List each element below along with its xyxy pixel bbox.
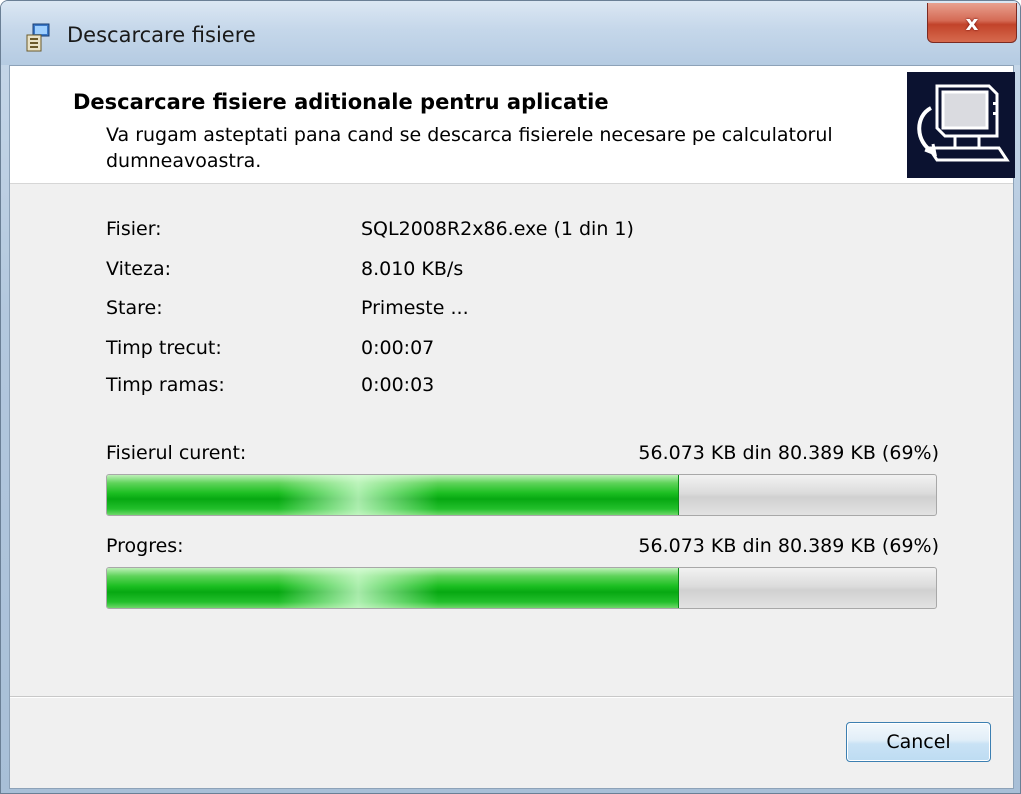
speed-label: Viteza: (106, 258, 172, 280)
remaining-label: Timp ramas: (106, 374, 225, 396)
close-icon: x (965, 10, 979, 35)
remaining-value: 0:00:03 (361, 374, 435, 396)
overall-progress-detail: 56.073 KB din 80.389 KB (69%) (638, 535, 939, 557)
dialog-body: Descarcare fisiere aditionale pentru apl… (9, 65, 1015, 789)
dialog-header: Descarcare fisiere aditionale pentru apl… (10, 66, 1015, 184)
elapsed-value: 0:00:07 (361, 337, 435, 359)
close-button[interactable]: x (927, 3, 1017, 43)
current-file-detail: 56.073 KB din 80.389 KB (69%) (638, 442, 939, 464)
status-label: Stare: (106, 297, 163, 319)
status-value: Primeste ... (361, 297, 469, 319)
speed-value: 8.010 KB/s (361, 258, 464, 280)
download-dialog: Descarcare fisiere x Descarcare fisiere … (0, 0, 1021, 794)
header-title: Descarcare fisiere aditionale pentru apl… (73, 90, 609, 114)
overall-progress-fill (107, 568, 679, 608)
cancel-button[interactable]: Cancel (846, 722, 991, 762)
elapsed-label: Timp trecut: (106, 337, 222, 359)
overall-progress-label: Progres: (106, 535, 184, 557)
window-title: Descarcare fisiere (67, 23, 256, 47)
footer-divider (10, 696, 1013, 698)
title-bar[interactable]: Descarcare fisiere x (1, 1, 1020, 65)
installer-icon (26, 23, 50, 52)
current-file-progress-fill (107, 475, 679, 515)
file-value: SQL2008R2x86.exe (1 din 1) (361, 218, 634, 240)
file-label: Fisier: (106, 218, 162, 240)
current-file-label: Fisierul curent: (106, 442, 247, 464)
computer-download-icon (907, 72, 1015, 178)
current-file-progress-bar (106, 474, 937, 516)
overall-progress-bar (106, 567, 937, 609)
header-subtitle: Va rugam asteptati pana cand se descarca… (106, 124, 833, 172)
